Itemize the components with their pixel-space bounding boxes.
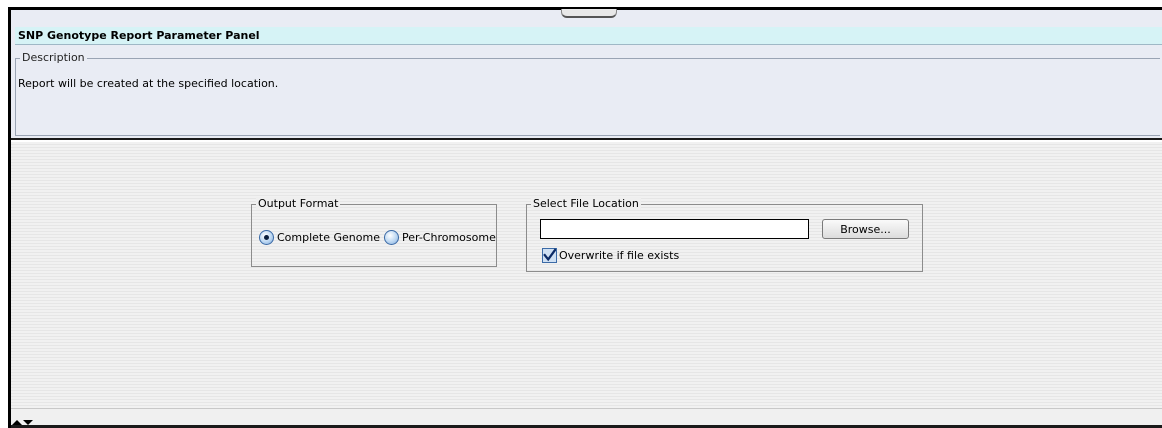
splitter-handle-icon[interactable] — [561, 9, 617, 18]
parameter-body: Output Format Complete Genome Per-Chromo… — [11, 142, 1162, 408]
file-location-group: Select File Location Browse... Overwrite… — [526, 197, 923, 272]
description-group: Description Report will be created at th… — [15, 51, 1160, 136]
output-format-group: Output Format Complete Genome Per-Chromo… — [251, 197, 497, 267]
description-legend: Description — [20, 51, 87, 64]
collapse-arrows-icon[interactable] — [9, 418, 37, 428]
panel-title: SNP Genotype Report Parameter Panel — [18, 29, 260, 42]
radio-selected-icon — [259, 230, 274, 245]
output-format-legend: Output Format — [256, 197, 341, 210]
overwrite-label: Overwrite if file exists — [559, 249, 680, 262]
description-text: Report will be created at the specified … — [18, 77, 279, 90]
radio-per-chromosome[interactable]: Per-Chromosome — [384, 230, 496, 245]
radio-unselected-icon — [384, 230, 399, 245]
file-path-input[interactable] — [540, 219, 809, 239]
checkmark-icon — [542, 248, 557, 263]
overwrite-checkbox[interactable]: Overwrite if file exists — [542, 248, 679, 263]
file-location-legend: Select File Location — [531, 197, 641, 210]
browse-button[interactable]: Browse... — [822, 219, 909, 239]
title-strip: SNP Genotype Report Parameter Panel — [15, 27, 1162, 45]
radio-complete-genome-label: Complete Genome — [277, 231, 380, 244]
radio-complete-genome[interactable]: Complete Genome — [259, 230, 380, 245]
header-panel: SNP Genotype Report Parameter Panel Desc… — [11, 10, 1162, 140]
radio-per-chromosome-label: Per-Chromosome — [402, 231, 496, 244]
